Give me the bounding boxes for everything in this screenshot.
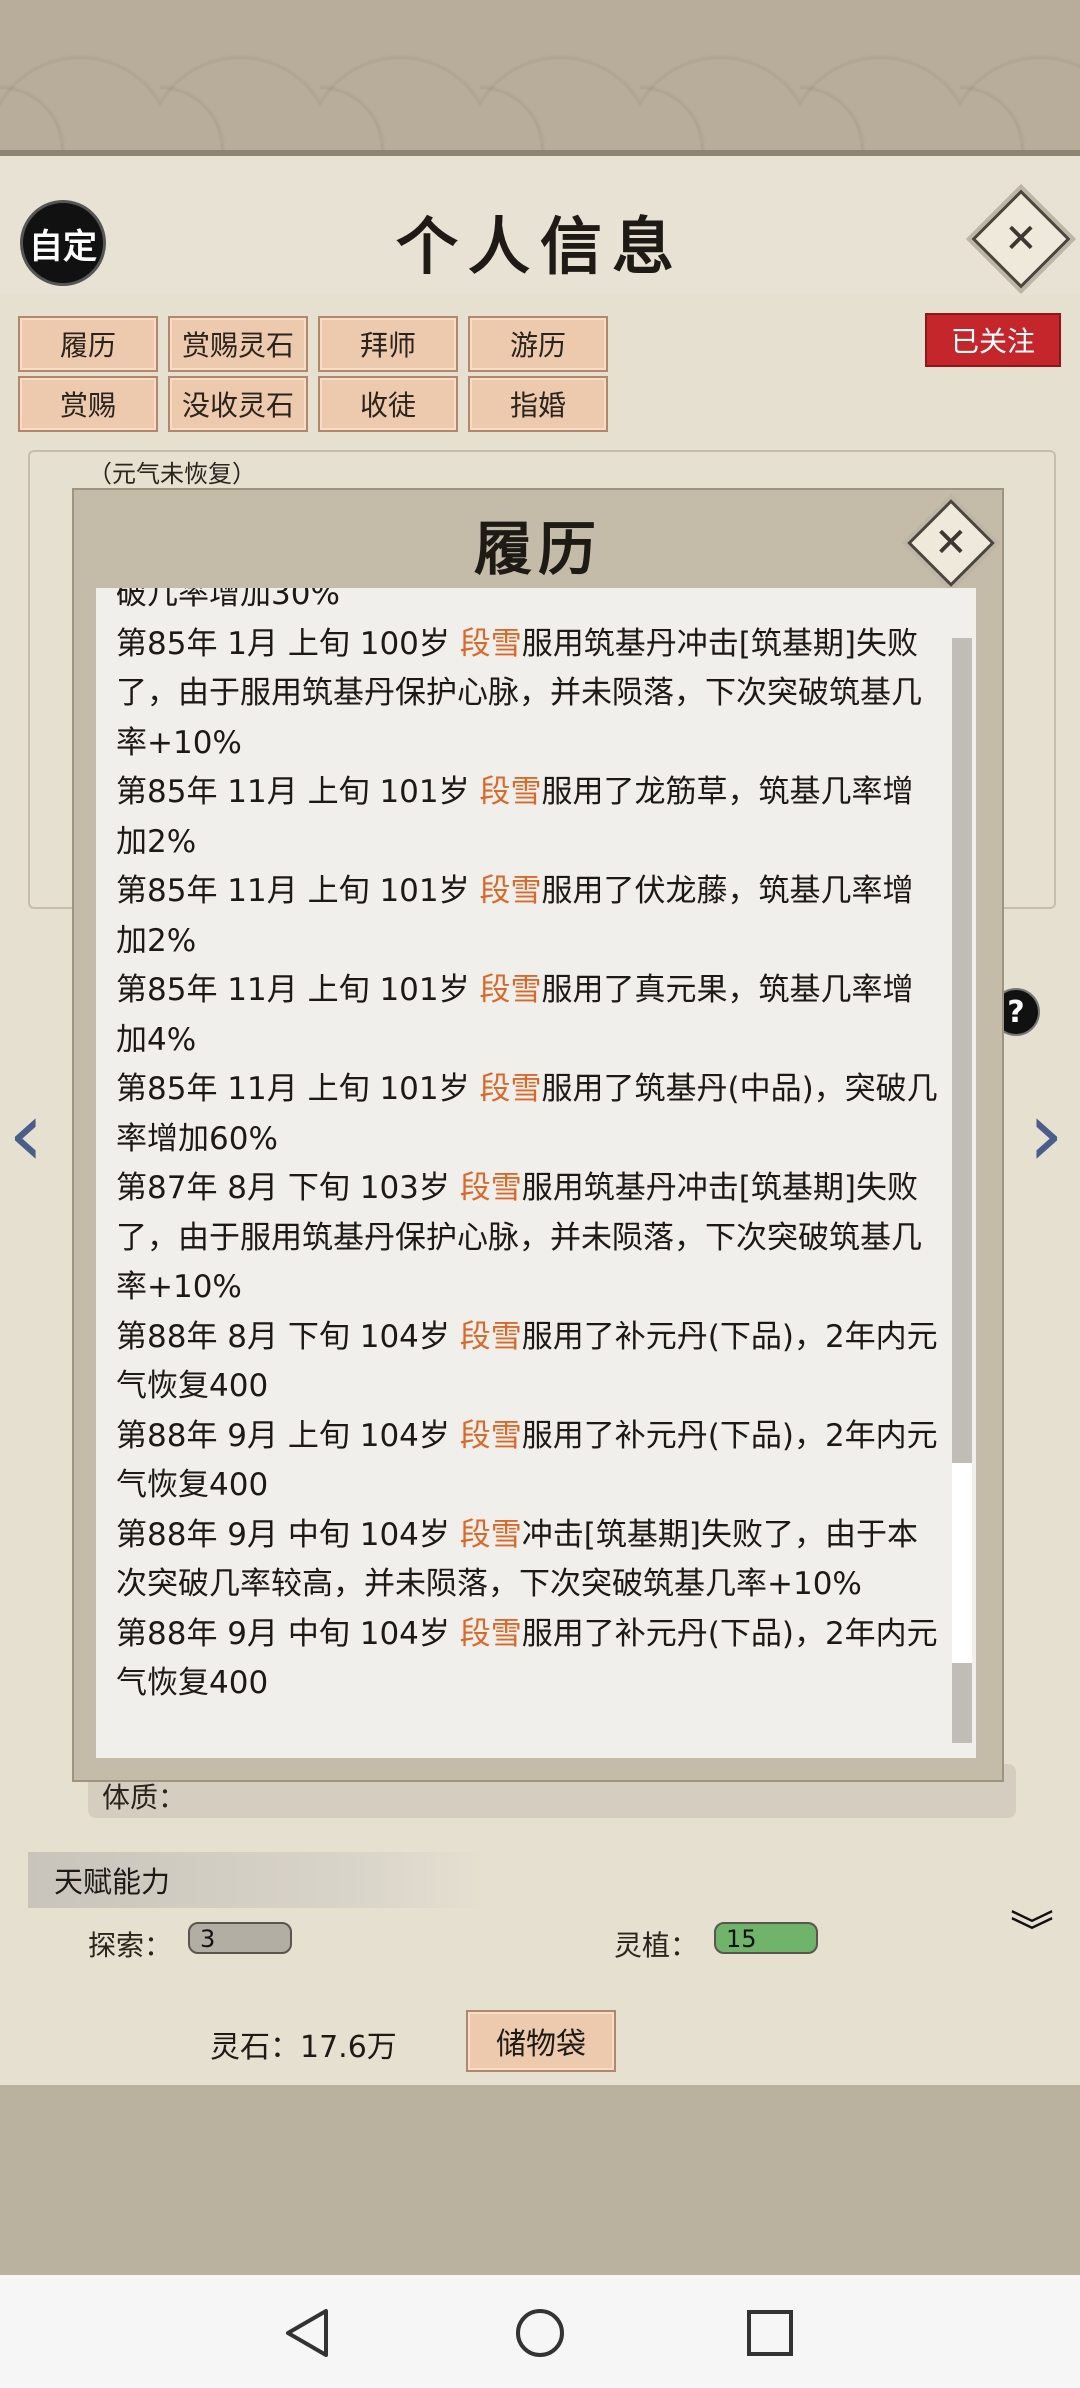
home-icon[interactable] — [512, 2305, 568, 2361]
character-name[interactable]: 段雪 — [479, 972, 541, 1008]
page-title: 个人信息 — [395, 210, 684, 283]
log-entry-text: 第85年 11月 上旬 101岁 — [116, 972, 480, 1008]
log-entry: 第88年 9月 上旬 104岁 段雪服用了补元丹(下品)，2年内元气恢复400 — [116, 1412, 944, 1511]
tab-arrange-marriage[interactable]: 指婚 — [468, 376, 608, 432]
next-arrow-icon[interactable]: › — [1028, 1090, 1064, 1180]
character-name[interactable]: 段雪 — [460, 626, 522, 662]
talent-section-title: 天赋能力 — [28, 1852, 488, 1908]
explore-label: 探索： — [88, 1929, 173, 1962]
log-entry: 破几率增加30% — [116, 588, 944, 620]
log-entry-text: 第85年 11月 上旬 101岁 — [116, 774, 480, 810]
spirit-stone-count: 灵石：17.6万 — [210, 2030, 397, 2065]
log-entry-text: 第88年 9月 中旬 104岁 — [116, 1516, 460, 1553]
log-entry: 第88年 8月 下旬 104岁 段雪服用了补元丹(下品)，2年内元气恢复400 — [116, 1313, 944, 1412]
log-entry: 第85年 1月 上旬 100岁 段雪服用筑基丹冲击[筑基期]失败了，由于服用筑基… — [116, 620, 944, 769]
log-entry-text: 第85年 1月 上旬 100岁 — [116, 625, 460, 662]
log-entry: 第85年 11月 上旬 101岁 段雪服用了伏龙藤，筑基几率增加2% — [116, 867, 944, 966]
log-entry-text: 第85年 11月 上旬 101岁 — [116, 873, 480, 909]
log-entry: 第88年 9月 中旬 104岁 段雪冲击[筑基期]失败了，由于本次突破几率较高，… — [116, 1511, 944, 1610]
expand-down-icon[interactable]: ︾ — [1010, 1911, 1054, 1955]
log-entry: 第85年 11月 上旬 101岁 段雪服用了筑基丹(中品)，突破几率增加60% — [116, 1065, 944, 1164]
tab-reward[interactable]: 赏赐 — [18, 376, 158, 432]
tab-take-disciple[interactable]: 收徒 — [318, 376, 458, 432]
scrollbar-thumb[interactable] — [952, 1463, 972, 1663]
tab-reward-stones[interactable]: 赏赐灵石 — [168, 316, 308, 372]
tab-resume[interactable]: 履历 — [18, 316, 158, 372]
log-entry: 第85年 11月 上旬 101岁 段雪服用了龙筋草，筑基几率增加2% — [116, 768, 944, 867]
physique-label: 体质： — [102, 1781, 187, 1814]
explore-value: 3 — [188, 1922, 292, 1954]
character-name[interactable]: 段雪 — [479, 774, 541, 810]
log-entry: 第87年 8月 下旬 103岁 段雪服用筑基丹冲击[筑基期]失败了，由于服用筑基… — [116, 1164, 944, 1313]
close-icon: ✕ — [1004, 215, 1038, 262]
log-entry-text: 第88年 9月 上旬 104岁 — [116, 1417, 460, 1454]
plant-label: 灵植： — [614, 1929, 699, 1962]
modal-title: 履历 — [473, 515, 602, 583]
log-entry: 第85年 11月 上旬 101岁 段雪服用了真元果，筑基几率增加4% — [116, 966, 944, 1065]
character-name[interactable]: 段雪 — [479, 873, 541, 909]
log-entry: 第88年 9月 中旬 104岁 段雪服用了补元丹(下品)，2年内元气恢复400 — [116, 1610, 944, 1709]
log-entry-text: 破几率增加30% — [116, 588, 340, 612]
log-entry-text: 第87年 8月 下旬 103岁 — [116, 1170, 460, 1206]
prev-arrow-icon[interactable]: ‹ — [8, 1090, 44, 1180]
character-name[interactable]: 段雪 — [460, 1170, 522, 1206]
character-name[interactable]: 段雪 — [460, 1319, 522, 1355]
status-note: （元气未恢复） — [88, 460, 256, 488]
character-name[interactable]: 段雪 — [479, 1071, 541, 1107]
log-entry-text: 第85年 11月 上旬 101岁 — [116, 1071, 480, 1107]
system-nav-bar — [0, 2275, 1080, 2388]
resume-log-list: 破几率增加30% 第85年 1月 上旬 100岁 段雪服用筑基丹冲击[筑基期]失败… — [96, 588, 962, 1709]
tab-travel[interactable]: 游历 — [468, 316, 608, 372]
log-entry-text: 第88年 9月 中旬 104岁 — [116, 1615, 460, 1652]
back-icon[interactable] — [280, 2305, 336, 2361]
bottom-filler — [0, 2085, 1080, 2275]
top-decoration — [0, 0, 1080, 150]
resume-log-scroll[interactable]: 破几率增加30% 第85年 1月 上旬 100岁 段雪服用筑基丹冲击[筑基期]失败… — [96, 588, 976, 1758]
resume-modal: 履历 ✕ 破几率增加30% 第85年 1月 上旬 100岁 段雪服用筑基丹冲击[筑… — [72, 488, 1004, 1782]
log-entry-text: 第88年 8月 下旬 104岁 — [116, 1318, 460, 1355]
tab-apprentice-to[interactable]: 拜师 — [318, 316, 458, 372]
storage-bag-button[interactable]: 储物袋 — [466, 2010, 616, 2072]
character-name[interactable]: 段雪 — [460, 1616, 522, 1652]
recents-icon[interactable] — [742, 2305, 798, 2361]
character-name[interactable]: 段雪 — [460, 1517, 522, 1553]
follow-status-badge[interactable]: 已关注 — [925, 313, 1061, 367]
plant-value: 15 — [714, 1922, 818, 1954]
character-name[interactable]: 段雪 — [460, 1418, 522, 1454]
close-icon: ✕ — [934, 519, 968, 566]
tab-confiscate-stones[interactable]: 没收灵石 — [168, 376, 308, 432]
